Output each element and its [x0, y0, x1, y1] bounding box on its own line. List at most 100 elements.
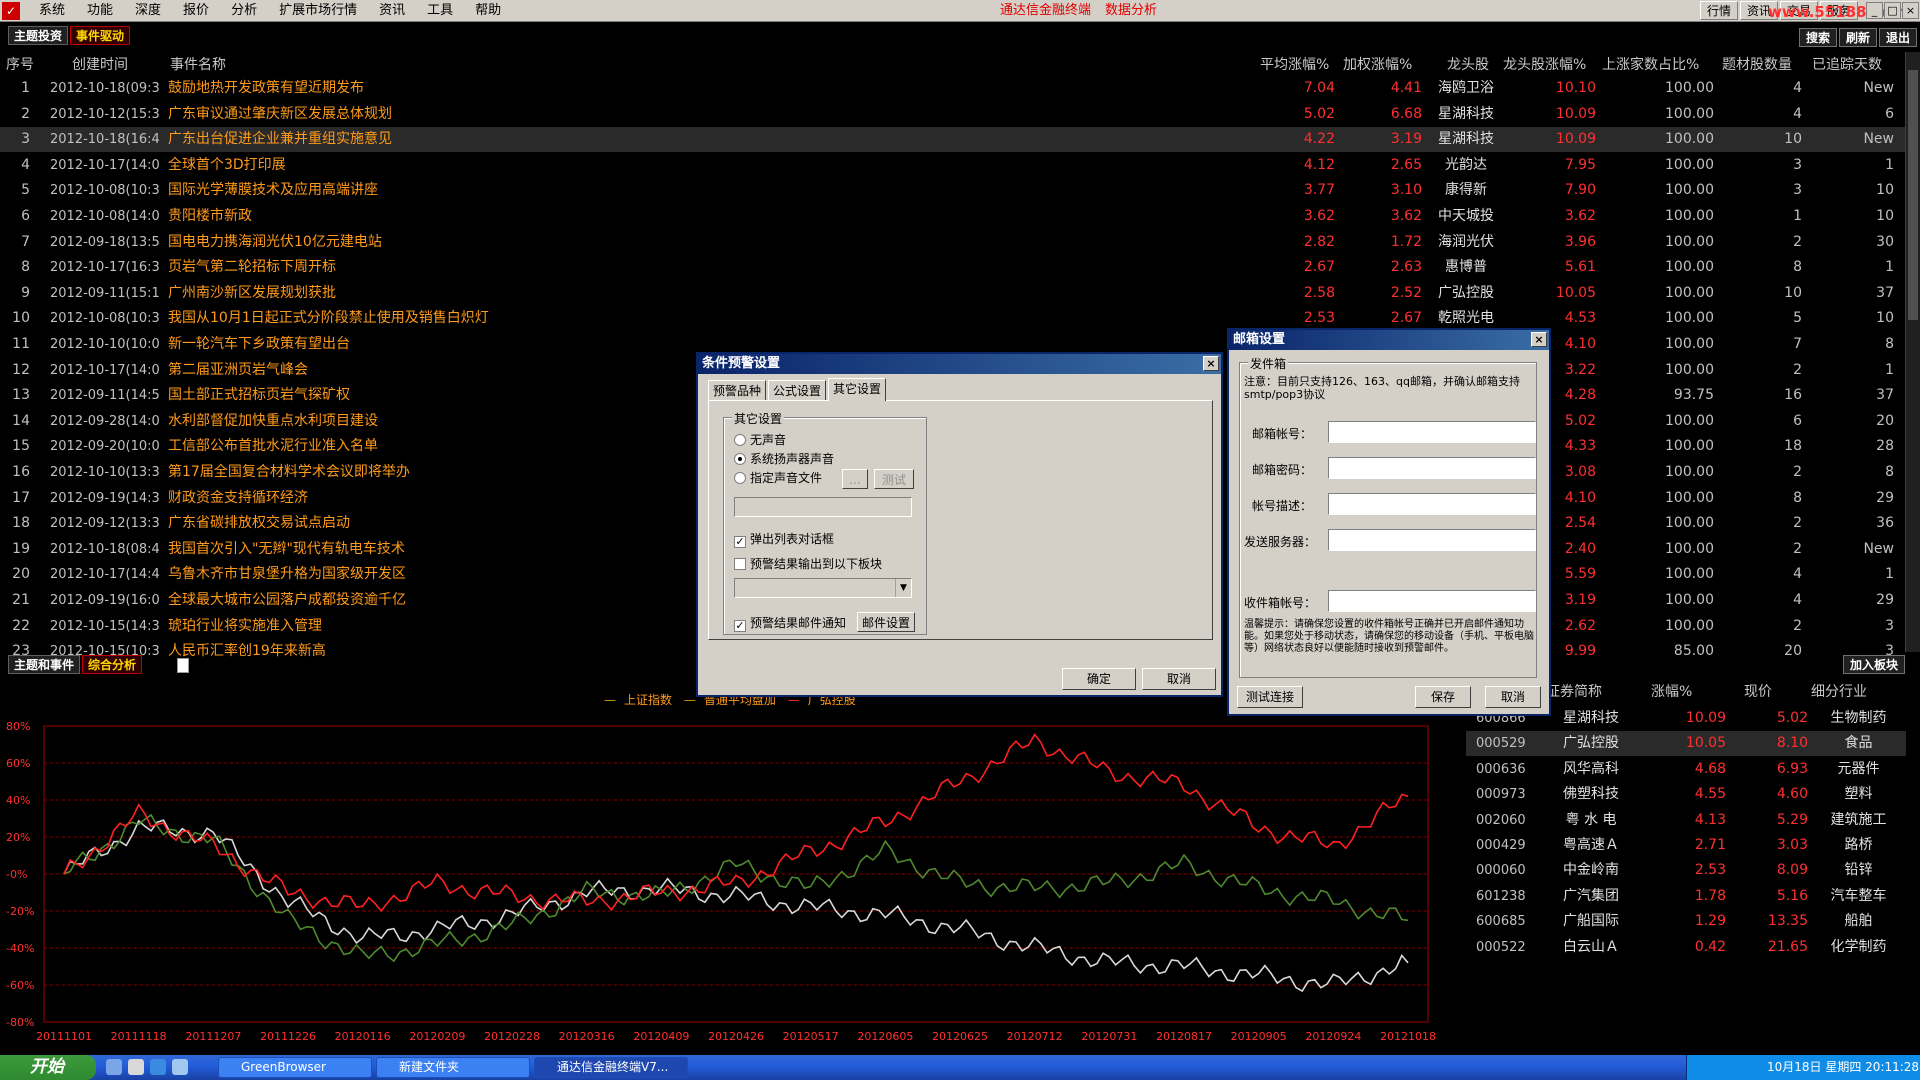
table-row[interactable]: 5 2012-10-08(10:30) 国际光学薄膜技术及应用高端讲座 3.77 3.1… — [0, 178, 1905, 203]
menu-help[interactable]: 帮助 — [464, 0, 512, 22]
stock-col-header-industry[interactable]: 细分行业 — [1811, 680, 1867, 705]
col-header-count[interactable]: 题材股数量 — [1722, 54, 1792, 76]
alert-dialog-close-icon[interactable]: × — [1203, 356, 1219, 371]
mail-cancel-button[interactable]: 取消 — [1485, 686, 1541, 708]
cell-cnt: 4 — [1793, 592, 1802, 608]
table-row[interactable]: 4 2012-10-17(14:00) 全球首个3D打印展 4.12 2.65 光韵达 7.… — [0, 153, 1905, 178]
quicklaunch-desktop-icon[interactable] — [106, 1059, 122, 1075]
stock-row[interactable]: 000529 广弘控股 10.05 8.10 食品 — [1466, 731, 1906, 757]
col-header-wavg[interactable]: 加权涨幅% — [1343, 54, 1412, 76]
cell-avg: 2.82 — [1303, 233, 1335, 250]
maximize-icon[interactable]: □ — [1884, 2, 1901, 19]
document-icon[interactable] — [177, 658, 189, 673]
checkbox-mail-notify[interactable]: ✓ 预警结果邮件通知 — [734, 615, 846, 632]
tab-comprehensive-analysis[interactable]: 综合分析 — [82, 655, 143, 674]
quicklaunch-browser-icon[interactable] — [172, 1059, 188, 1075]
task-tdx-terminal[interactable]: 通达信金融终端V7... — [534, 1057, 688, 1078]
task-new-folder[interactable]: 新建文件夹 — [376, 1057, 530, 1078]
search-button[interactable]: 搜索 — [1799, 28, 1838, 47]
menu-tools[interactable]: 工具 — [416, 0, 464, 22]
table-row[interactable]: 8 2012-10-17(16:30) 页岩气第二轮招标下周开标 2.67 2.63 惠博… — [0, 255, 1905, 280]
col-header-days[interactable]: 已追踪天数 — [1812, 54, 1882, 76]
mail-desc-input[interactable] — [1328, 493, 1536, 515]
table-row[interactable]: 3 2012-10-18(16:40) 广东出台促进企业兼并重组实施意见 4.22 3.… — [0, 127, 1905, 153]
table-row[interactable]: 9 2012-09-11(15:15) 广州南沙新区发展规划获批 2.58 2.52 广弘… — [0, 281, 1905, 306]
test-sound-button[interactable]: 测试 — [874, 469, 914, 489]
col-header-up-ratio[interactable]: 上涨家数占比% — [1602, 54, 1699, 76]
stock-row[interactable]: 000636 风华高科 4.68 6.93 元器件 — [1466, 757, 1906, 782]
col-header-name[interactable]: 事件名称 — [170, 54, 226, 76]
mail-recv-input[interactable] — [1328, 590, 1536, 612]
table-row[interactable]: 2 2012-10-12(15:30) 广东审议通过肇庆新区发展总体规划 5.02 6.… — [0, 102, 1905, 127]
stock-cell-price: 5.29 — [1776, 811, 1808, 828]
alert-ok-button[interactable]: 确定 — [1062, 668, 1136, 690]
menu-info[interactable]: 资讯 — [368, 0, 416, 22]
menu-extended-market[interactable]: 扩展市场行情 — [268, 0, 368, 22]
stock-col-header-price[interactable]: 现价 — [1744, 680, 1772, 705]
table-row[interactable]: 1 2012-10-18(09:30) 鼓励地热开发政策有望近期发布 7.04 4.41… — [0, 76, 1905, 101]
menu-system[interactable]: 系统 — [28, 0, 76, 22]
checkbox-popup-list[interactable]: ✓ 弹出列表对话框 — [734, 531, 834, 548]
mail-dialog-close-icon[interactable]: × — [1531, 332, 1547, 347]
legend-marker: — — [604, 693, 616, 707]
col-header-no[interactable]: 序号 — [6, 54, 34, 76]
tab-theme-investment[interactable]: 主题投资 — [8, 26, 69, 45]
tray-clock[interactable]: 10月18日 星期四 20:11:28 — [1767, 1060, 1919, 1074]
refresh-button[interactable]: 刷新 — [1839, 28, 1878, 47]
mail-save-button[interactable]: 保存 — [1415, 686, 1471, 708]
minimize-icon[interactable]: _ — [1866, 2, 1883, 19]
col-header-avg[interactable]: 平均涨幅% — [1260, 54, 1329, 76]
sound-file-input[interactable] — [734, 497, 912, 517]
mail-server-input[interactable] — [1328, 529, 1536, 551]
radio-silent[interactable]: 无声音 — [734, 432, 786, 448]
alert-cancel-button[interactable]: 取消 — [1142, 668, 1216, 690]
stock-row[interactable]: 601238 广汽集团 1.78 5.16 汽车整车 — [1466, 884, 1906, 909]
menu-quote[interactable]: 报价 — [172, 0, 220, 22]
browse-sound-button[interactable]: ... — [842, 469, 868, 489]
cell-time: 2012-10-17(14:00) — [50, 157, 160, 173]
quicklaunch-ie-icon[interactable] — [150, 1059, 166, 1075]
col-header-lead-chg[interactable]: 龙头股涨幅% — [1503, 54, 1586, 76]
stock-col-header-chg[interactable]: 涨幅% — [1651, 680, 1692, 705]
stock-row[interactable]: 000522 白云山Ａ 0.42 21.65 化学制药 — [1466, 935, 1906, 960]
tab-event-driven[interactable]: 事件驱动 — [70, 26, 131, 45]
col-header-time[interactable]: 创建时间 — [72, 54, 128, 76]
mail-password-input[interactable] — [1328, 457, 1536, 479]
task-greenbrowser[interactable]: GreenBrowser — [218, 1057, 372, 1078]
table-row[interactable]: 7 2012-09-18(13:58) 国电电力携海润光伏10亿元建电站 2.82 1.… — [0, 230, 1905, 255]
stock-row[interactable]: 000429 粤高速Ａ 2.71 3.03 路桥 — [1466, 833, 1906, 858]
scrollbar-thumb[interactable] — [1908, 70, 1918, 320]
col-header-lead[interactable]: 龙头股 — [1447, 54, 1489, 76]
exit-button[interactable]: 退出 — [1879, 28, 1918, 47]
radio-speaker[interactable]: 系统扬声器声音 — [734, 451, 834, 467]
mail-settings-button[interactable]: 邮件设置 — [857, 612, 915, 632]
cell-time: 2012-10-10(13:30) — [50, 465, 160, 480]
board-select[interactable]: ▼ — [734, 578, 912, 598]
radio-sound-file[interactable]: 指定声音文件 — [734, 470, 822, 486]
stock-row[interactable]: 000060 中金岭南 2.53 8.09 铅锌 — [1466, 858, 1906, 883]
tab-theme-and-event[interactable]: 主题和事件 — [8, 655, 81, 674]
mail-account-input[interactable] — [1328, 421, 1536, 443]
close-icon[interactable]: × — [1902, 2, 1919, 19]
test-connection-button[interactable]: 测试连接 — [1237, 686, 1303, 708]
table-row[interactable]: 10 2012-10-08(10:30) 我国从10月1日起正式分阶段禁止使用及销售… — [0, 306, 1905, 331]
stock-col-header-name[interactable]: 证券简称 — [1546, 680, 1602, 705]
stock-row[interactable]: 000973 佛塑科技 4.55 4.60 塑料 — [1466, 782, 1906, 807]
cell-cnt: 2 — [1793, 515, 1802, 532]
menu-depth[interactable]: 深度 — [124, 0, 172, 22]
stock-row[interactable]: 600685 广船国际 1.29 13.35 船舶 — [1466, 909, 1906, 934]
stock-row[interactable]: 002060 粤 水 电 4.13 5.29 建筑施工 — [1466, 808, 1906, 833]
menu-analysis[interactable]: 分析 — [220, 0, 268, 22]
menu-function[interactable]: 功能 — [76, 0, 124, 22]
stock-cell-code: 000636 — [1476, 761, 1526, 777]
table-scrollbar[interactable] — [1905, 52, 1920, 652]
add-board-button[interactable]: 加入板块 — [1843, 655, 1906, 674]
quicklaunch-window-icon[interactable] — [128, 1059, 144, 1075]
table-row[interactable]: 6 2012-10-08(14:00) 贵阳楼市新政 3.62 3.62 中天城投 3.62… — [0, 204, 1905, 229]
tab-alert-symbols[interactable]: 预警品种 — [708, 380, 767, 400]
tab-other-settings[interactable]: 其它设置 — [828, 378, 887, 401]
checkbox-output-board[interactable]: 预警结果输出到以下板块 — [734, 556, 882, 572]
start-button[interactable]: 开始 — [0, 1055, 96, 1080]
quote-button[interactable]: 行情 — [1700, 1, 1739, 20]
tab-formula-settings[interactable]: 公式设置 — [768, 380, 827, 400]
